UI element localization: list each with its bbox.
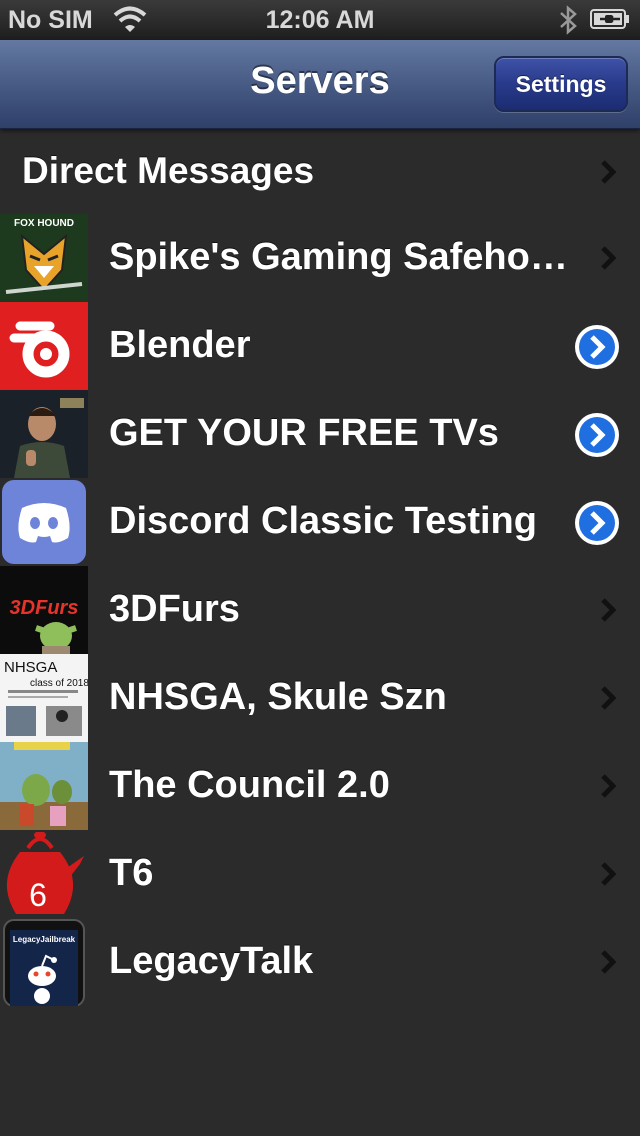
chevron-right-icon xyxy=(601,686,616,710)
detail-disclosure-icon[interactable] xyxy=(574,500,620,546)
nav-bar: Servers Settings xyxy=(0,40,640,129)
server-row[interactable]: LegacyJailbreak LegacyTalk xyxy=(0,918,640,1006)
status-bar: No SIM 12:06 AM xyxy=(0,0,640,40)
server-name: The Council 2.0 xyxy=(109,764,390,806)
chevron-right-icon xyxy=(601,862,616,886)
foxhound-text: FOX HOUND xyxy=(14,218,74,229)
man-thumbs-up-photo-icon xyxy=(0,390,88,478)
chevron-right-icon xyxy=(601,950,616,974)
legacyjailbreak-reddit-icon: LegacyJailbreak xyxy=(0,918,88,1006)
server-name: Discord Classic Testing xyxy=(109,500,537,542)
3dfurs-yoda-icon: 3DFurs xyxy=(0,566,88,654)
foxhound-logo-icon: FOX HOUND xyxy=(0,214,88,302)
discord-logo-icon xyxy=(0,478,88,566)
server-row[interactable]: 3DFurs 3DFurs xyxy=(0,566,640,654)
chevron-right-icon xyxy=(601,598,616,622)
bluetooth-icon xyxy=(560,5,577,35)
server-name: T6 xyxy=(109,852,154,894)
blender-logo-icon xyxy=(0,302,88,390)
battery-charging-icon xyxy=(590,9,629,29)
nhsga-meme-icon: NHSGA class of 2018 xyxy=(0,654,88,742)
shrek-poster-icon xyxy=(0,742,88,830)
direct-messages-row[interactable]: Direct Messages xyxy=(0,130,640,214)
chevron-right-icon xyxy=(601,160,616,184)
chevron-right-icon xyxy=(601,774,616,798)
server-list: Direct Messages FOX HOUND Spike's Gaming… xyxy=(0,130,640,1006)
detail-disclosure-icon[interactable] xyxy=(574,412,620,458)
server-row[interactable]: Discord Classic Testing xyxy=(0,478,640,566)
server-name: 3DFurs xyxy=(109,588,240,630)
server-row[interactable]: FOX HOUND Spike's Gaming Safehouse xyxy=(0,214,640,302)
settings-button[interactable]: Settings xyxy=(494,56,628,112)
red-teapot-6-icon: 6 xyxy=(0,830,88,918)
server-name: LegacyTalk xyxy=(109,940,314,982)
server-name: Blender xyxy=(109,324,251,366)
server-row[interactable]: 6 T6 xyxy=(0,830,640,918)
nhsga-sub-text: class of 2018 xyxy=(30,678,88,689)
server-row[interactable]: Blender xyxy=(0,302,640,390)
teapot-number-text: 6 xyxy=(29,877,47,913)
legacy-text: LegacyJailbreak xyxy=(13,935,76,944)
detail-disclosure-icon[interactable] xyxy=(574,324,620,370)
server-row[interactable]: The Council 2.0 xyxy=(0,742,640,830)
chevron-right-icon xyxy=(601,246,616,270)
server-name: Spike's Gaming Safehouse xyxy=(109,236,569,278)
server-name: NHSGA, Skule Szn xyxy=(109,676,447,718)
server-row[interactable]: GET YOUR FREE TVs xyxy=(0,390,640,478)
server-name: GET YOUR FREE TVs xyxy=(109,412,499,454)
3dfurs-text: 3DFurs xyxy=(10,597,79,619)
nhsga-title-text: NHSGA xyxy=(4,659,57,676)
server-row[interactable]: NHSGA class of 2018 NHSGA, Skule Szn xyxy=(0,654,640,742)
direct-messages-label: Direct Messages xyxy=(22,150,315,191)
clock: 12:06 AM xyxy=(265,6,375,34)
